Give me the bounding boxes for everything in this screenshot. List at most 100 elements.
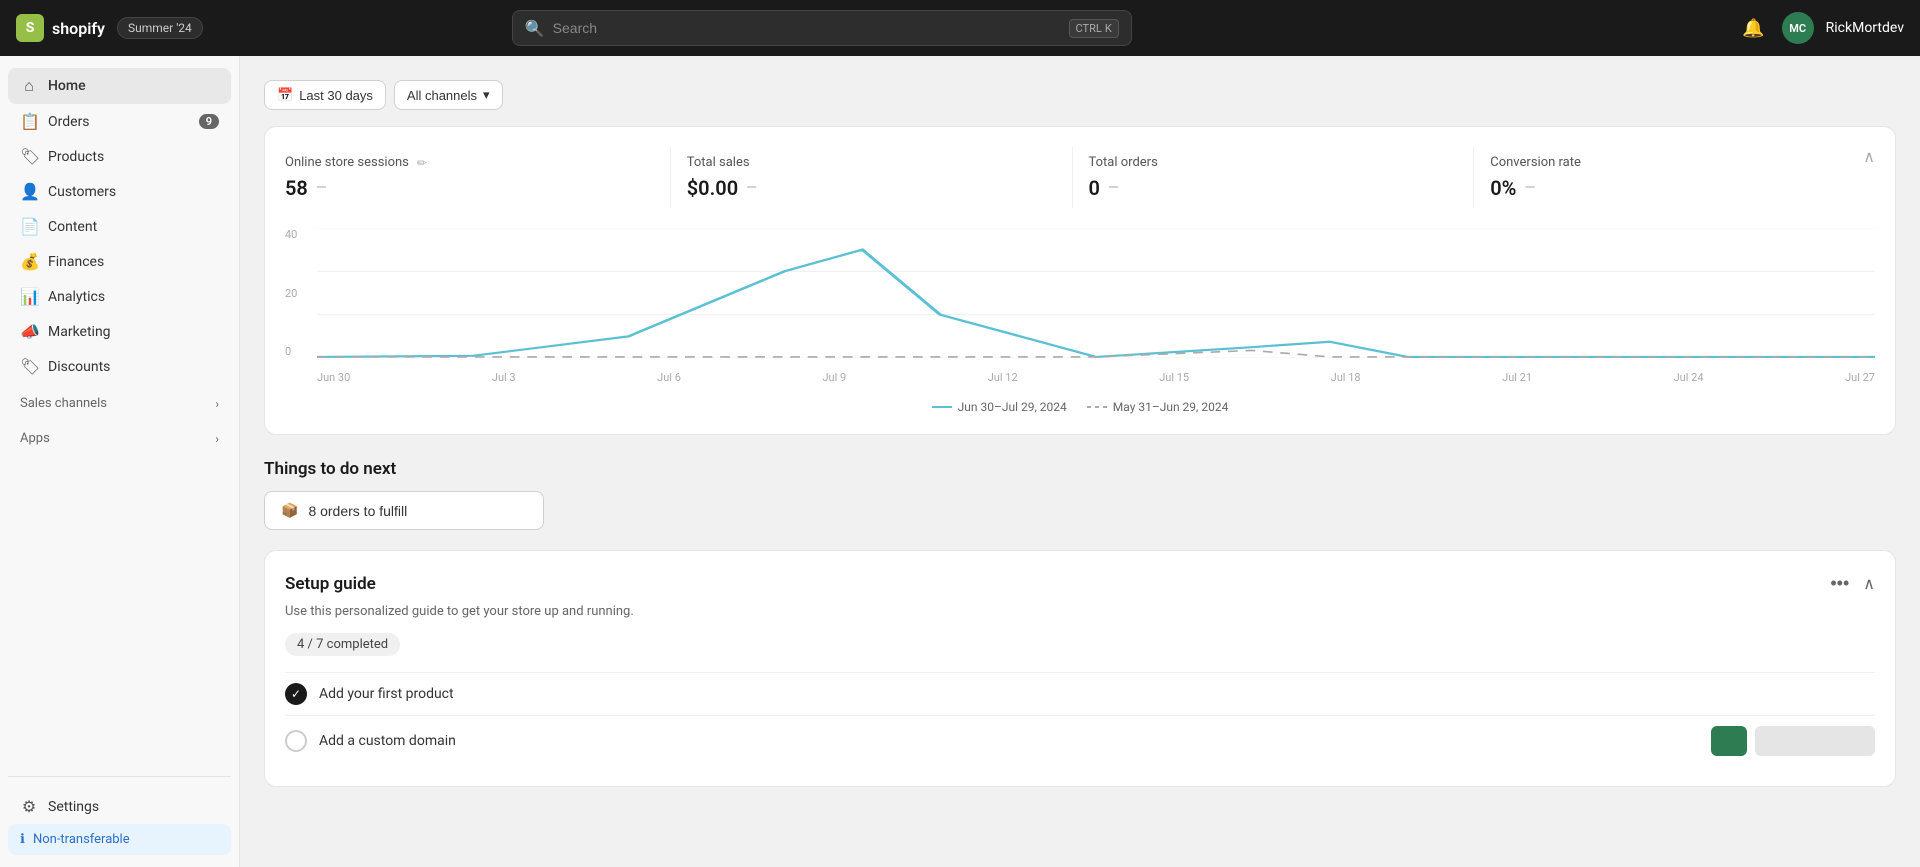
fulfill-orders-button[interactable]: 📦 8 orders to fulfill xyxy=(264,491,544,530)
sidebar-item-settings[interactable]: ⚙ Settings xyxy=(8,789,231,824)
stats-row: Online store sessions ✏ 58 — Total sales… xyxy=(285,147,1875,208)
sidebar-item-customers[interactable]: 👤 Customers xyxy=(8,174,231,209)
setup-header-actions: ••• ∧ xyxy=(1824,571,1875,596)
finances-icon: 💰 xyxy=(20,252,38,271)
task-add-product[interactable]: ✓ Add your first product xyxy=(285,672,1875,715)
sidebar-item-content[interactable]: 📄 Content xyxy=(8,209,231,244)
sidebar-item-discounts[interactable]: 🏷 Discounts xyxy=(8,349,231,384)
non-transferable-label: Non-transferable xyxy=(33,832,130,847)
stat-total-sales-value: $0.00 — xyxy=(687,176,1056,200)
edit-icon[interactable]: ✏ xyxy=(417,156,427,170)
stat-conversion-rate-label: Conversion rate xyxy=(1490,155,1859,170)
sidebar-item-marketing[interactable]: 📣 Marketing xyxy=(8,314,231,349)
non-transferable-banner[interactable]: ℹ Non-transferable xyxy=(8,824,231,855)
legend-current-label: Jun 30–Jul 29, 2024 xyxy=(958,400,1067,414)
layout: ⌂ Home 📋 Orders 9 🏷 Products 👤 Customers… xyxy=(0,56,1920,867)
avatar: MC xyxy=(1782,12,1814,44)
home-icon: ⌂ xyxy=(20,76,38,96)
shopify-logo-text: shopify xyxy=(52,19,105,38)
orders-icon: 📋 xyxy=(20,112,38,131)
shopify-logo: S shopify xyxy=(16,14,105,42)
y-label-40: 40 xyxy=(285,228,315,241)
search-bar[interactable]: 🔍 CTRL K xyxy=(512,10,1132,46)
topnav: S shopify Summer '24 🔍 CTRL K 🔔 MC RickM… xyxy=(0,0,1920,56)
sidebar: ⌂ Home 📋 Orders 9 🏷 Products 👤 Customers… xyxy=(0,56,240,867)
chart-x-labels: Jun 30 Jul 3 Jul 6 Jul 9 Jul 12 Jul 15 J… xyxy=(317,358,1875,388)
chart-container: 40 20 0 xyxy=(285,228,1875,388)
legend-previous: May 31–Jun 29, 2024 xyxy=(1087,400,1229,414)
analytics-icon: 📊 xyxy=(20,287,38,306)
legend-solid-line xyxy=(932,406,952,408)
fulfill-orders-label: 8 orders to fulfill xyxy=(308,503,407,519)
stat-total-orders-label: Total orders xyxy=(1089,155,1458,170)
bell-icon: 🔔 xyxy=(1742,18,1764,39)
setup-guide-card: Setup guide ••• ∧ Use this personalized … xyxy=(264,550,1896,787)
task-check-pending-icon xyxy=(285,730,307,752)
sidebar-item-orders[interactable]: 📋 Orders 9 xyxy=(8,104,231,139)
date-filter-button[interactable]: 📅 Last 30 days xyxy=(264,80,386,110)
stat-online-sessions-value: 58 — xyxy=(285,176,654,200)
stat-conversion-rate: Conversion rate 0% — ∧ xyxy=(1474,147,1875,208)
marketing-icon: 📣 xyxy=(20,322,38,341)
search-input[interactable] xyxy=(553,20,1061,36)
stat-total-sales: Total sales $0.00 — xyxy=(671,147,1073,208)
legend-previous-label: May 31–Jun 29, 2024 xyxy=(1113,400,1229,414)
sidebar-bottom: ⚙ Settings ℹ Non-transferable xyxy=(8,776,231,855)
username: RickMortdev xyxy=(1826,20,1904,36)
info-icon: ℹ xyxy=(20,832,25,847)
search-shortcut: CTRL K xyxy=(1069,19,1119,38)
package-icon: 📦 xyxy=(281,502,298,519)
domain-action-button[interactable] xyxy=(1711,726,1747,756)
setup-guide-title: Setup guide xyxy=(285,574,376,594)
setup-collapse-button[interactable]: ∧ xyxy=(1863,574,1875,594)
legend-current: Jun 30–Jul 29, 2024 xyxy=(932,400,1067,414)
summer-badge[interactable]: Summer '24 xyxy=(117,17,203,39)
domain-placeholder xyxy=(1755,726,1875,756)
sidebar-item-label: Discounts xyxy=(48,359,110,375)
chevron-down-icon: ▾ xyxy=(483,87,490,103)
sidebar-item-finances[interactable]: 💰 Finances xyxy=(8,244,231,279)
chevron-right-icon: › xyxy=(215,432,219,446)
channel-filter-label: All channels xyxy=(407,88,477,103)
y-label-20: 20 xyxy=(285,287,315,300)
settings-icon: ⚙ xyxy=(20,797,38,816)
legend-dotted-line xyxy=(1087,406,1107,408)
notifications-button[interactable]: 🔔 xyxy=(1738,12,1770,44)
sidebar-item-label: Orders xyxy=(48,114,90,130)
sidebar-item-label: Analytics xyxy=(48,289,105,305)
stat-total-orders: Total orders 0 — xyxy=(1073,147,1475,208)
setup-more-options-button[interactable]: ••• xyxy=(1824,571,1855,596)
search-icon: 🔍 xyxy=(525,19,545,38)
nav-right: 🔔 MC RickMortdev xyxy=(1738,12,1904,44)
channel-filter-button[interactable]: All channels ▾ xyxy=(394,80,503,110)
sidebar-item-label: Finances xyxy=(48,254,104,270)
products-icon: 🏷 xyxy=(20,147,38,166)
chevron-right-icon: › xyxy=(215,397,219,411)
main-content: 📅 Last 30 days All channels ▾ Online sto… xyxy=(240,56,1920,867)
sales-channels-section[interactable]: Sales channels › xyxy=(8,388,231,419)
apps-label: Apps xyxy=(20,431,50,446)
chart-area xyxy=(317,228,1875,358)
customers-icon: 👤 xyxy=(20,182,38,201)
sidebar-item-analytics[interactable]: 📊 Analytics xyxy=(8,279,231,314)
orders-badge: 9 xyxy=(199,114,219,129)
collapse-icon[interactable]: ∧ xyxy=(1863,147,1875,166)
domain-action-area xyxy=(1711,726,1875,756)
sidebar-item-products[interactable]: 🏷 Products xyxy=(8,139,231,174)
content-icon: 📄 xyxy=(20,217,38,236)
shopify-logo-icon: S xyxy=(16,14,44,42)
apps-section[interactable]: Apps › xyxy=(8,423,231,454)
task-custom-domain[interactable]: Add a custom domain xyxy=(285,715,1875,766)
sidebar-item-label: Products xyxy=(48,149,104,165)
sidebar-item-home[interactable]: ⌂ Home xyxy=(8,68,231,104)
setup-guide-header: Setup guide ••• ∧ xyxy=(285,571,1875,596)
discounts-icon: 🏷 xyxy=(20,357,38,376)
setup-progress-badge: 4 / 7 completed xyxy=(285,633,400,656)
stat-total-sales-label: Total sales xyxy=(687,155,1056,170)
sidebar-item-label: Marketing xyxy=(48,324,111,340)
stat-online-sessions: Online store sessions ✏ 58 — xyxy=(285,147,671,208)
chart-svg xyxy=(317,228,1875,358)
chart-legend: Jun 30–Jul 29, 2024 May 31–Jun 29, 2024 xyxy=(285,400,1875,414)
setup-guide-subtitle: Use this personalized guide to get your … xyxy=(285,604,1875,619)
filter-bar: 📅 Last 30 days All channels ▾ xyxy=(264,80,1896,110)
